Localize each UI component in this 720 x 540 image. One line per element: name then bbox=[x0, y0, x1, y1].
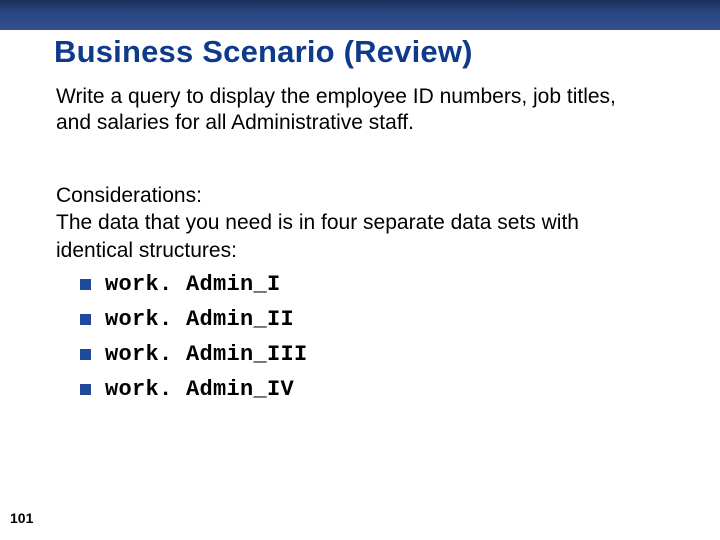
bullet-icon bbox=[80, 384, 91, 395]
slide-number: 101 bbox=[10, 510, 33, 526]
intro-paragraph: Write a query to display the employee ID… bbox=[56, 84, 642, 137]
list-item: work. Admin_I bbox=[80, 272, 640, 297]
list-item: work. Admin_III bbox=[80, 342, 640, 367]
slide-title: Business Scenario (Review) bbox=[54, 34, 473, 70]
bullet-label: work. Admin_II bbox=[105, 307, 294, 332]
list-item: work. Admin_II bbox=[80, 307, 640, 332]
bullet-icon bbox=[80, 279, 91, 290]
considerations-label: Considerations: bbox=[56, 184, 202, 207]
bullet-icon bbox=[80, 349, 91, 360]
considerations-text: The data that you need is in four separa… bbox=[56, 211, 579, 261]
list-item: work. Admin_IV bbox=[80, 377, 640, 402]
considerations-block: Considerations: The data that you need i… bbox=[56, 182, 642, 264]
bullet-list: work. Admin_I work. Admin_II work. Admin… bbox=[80, 272, 640, 412]
bullet-icon bbox=[80, 314, 91, 325]
bullet-label: work. Admin_I bbox=[105, 272, 281, 297]
bullet-label: work. Admin_III bbox=[105, 342, 308, 367]
header-band bbox=[0, 0, 720, 30]
bullet-label: work. Admin_IV bbox=[105, 377, 294, 402]
